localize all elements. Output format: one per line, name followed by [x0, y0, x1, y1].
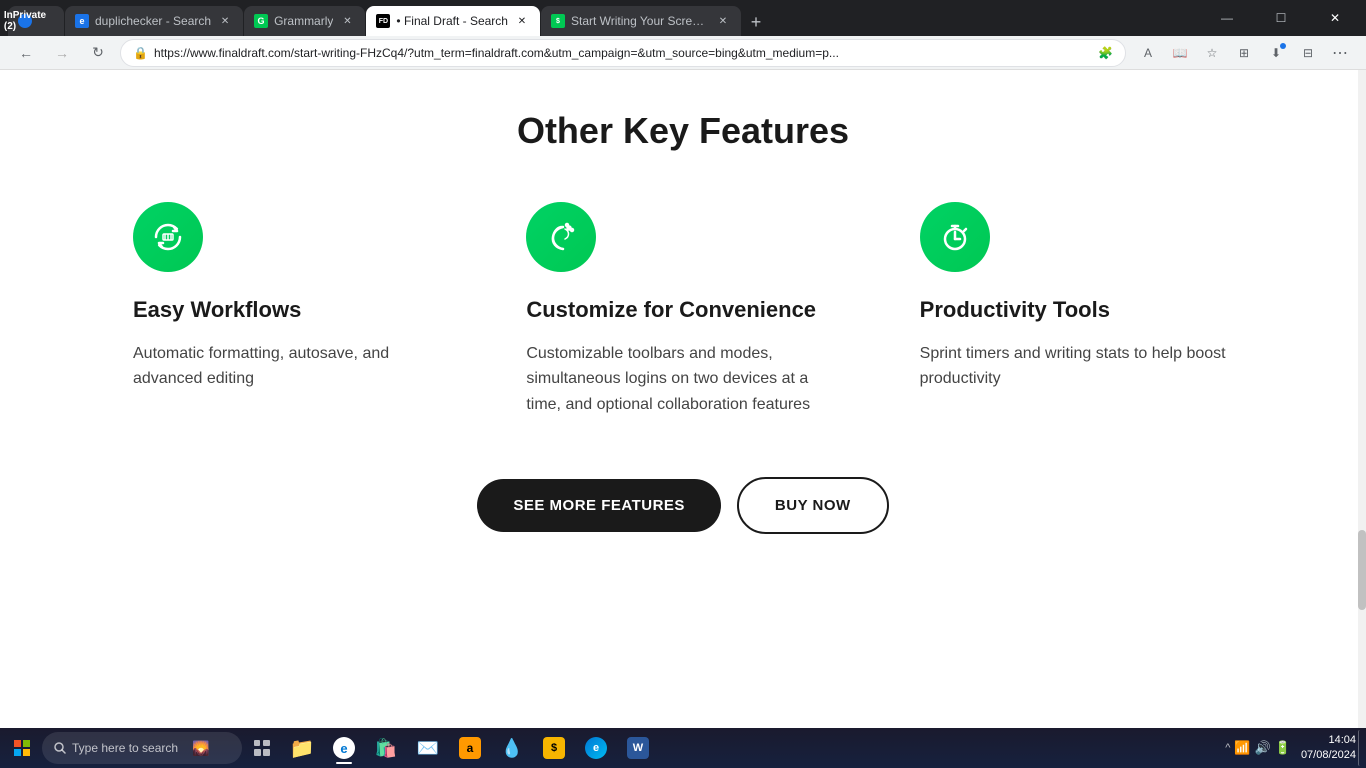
timer-icon	[937, 219, 973, 255]
close-button[interactable]: ✕	[1312, 0, 1358, 36]
buy-now-button[interactable]: BUY NOW	[737, 477, 889, 534]
tab-title-finaldraft: • Final Draft - Search	[396, 14, 508, 28]
more-icon[interactable]: ⋯	[1326, 39, 1354, 67]
toolbar-icons: A 📖 ☆ ⊞ ⬇ ⊟ ⋯	[1134, 39, 1354, 67]
tab-favicon-grammarly: G	[254, 14, 268, 28]
reading-view-icon[interactable]: 📖	[1166, 39, 1194, 67]
url-text: https://www.finaldraft.com/start-writing…	[154, 46, 1092, 60]
reload-button[interactable]: ↻	[84, 39, 112, 67]
address-bar: ← → ↻ 🔒 https://www.finaldraft.com/start…	[0, 36, 1366, 70]
taskbar-app-mail[interactable]: ✉️	[408, 730, 448, 766]
taskbar-app-sketch[interactable]: $	[534, 730, 574, 766]
downloads-icon[interactable]: ⬇	[1262, 39, 1290, 67]
start-button[interactable]	[4, 730, 40, 766]
profile-icon[interactable]: A	[1134, 39, 1162, 67]
taskbar-app-amazon[interactable]: a	[450, 730, 490, 766]
favorites-icon[interactable]: ☆	[1198, 39, 1226, 67]
taskbar-app-edge[interactable]: e	[324, 730, 364, 766]
taskbar-app-dropbox[interactable]: 💧	[492, 730, 532, 766]
tab-grammarly[interactable]: G Grammarly ✕	[244, 6, 365, 36]
tab-close-duplichecker[interactable]: ✕	[217, 13, 233, 29]
volume-icon: 🔊	[1255, 740, 1271, 756]
cta-buttons: SEE MORE FEATURES BUY NOW	[477, 477, 888, 534]
features-grid: Easy Workflows Automatic formatting, aut…	[133, 202, 1233, 417]
taskbar-app-store[interactable]: 🛍️	[366, 730, 406, 766]
customize-desc: Customizable toolbars and modes, simulta…	[526, 341, 839, 418]
moon-icon	[543, 219, 579, 255]
productivity-desc: Sprint timers and writing stats to help …	[920, 341, 1233, 392]
new-tab-button[interactable]: +	[742, 8, 770, 36]
taskbar-app-word[interactable]: W	[618, 730, 658, 766]
lock-icon: 🔒	[133, 46, 148, 60]
tab-title-duplichecker: duplichecker - Search	[95, 14, 211, 28]
search-icon	[54, 742, 66, 754]
tab-favicon-inprivate: InPrivate (2)	[18, 14, 32, 28]
taskbar-search-text: Type here to search	[72, 741, 178, 755]
page-title: Other Key Features	[517, 110, 849, 152]
tab-close-startwriting[interactable]: ✕	[715, 13, 731, 29]
taskbar: Type here to search 🌄 📁 e 🛍️ ✉️ a 💧 $ e …	[0, 728, 1366, 768]
system-tray: ^ 📶 🔊 🔋	[1217, 740, 1299, 756]
battery-icon: 🔋	[1275, 740, 1291, 756]
tab-close-inprivate[interactable]	[38, 13, 54, 29]
task-view-button[interactable]	[244, 730, 280, 766]
tab-title-startwriting: Start Writing Your Screenplay wi...	[571, 14, 709, 28]
url-field[interactable]: 🔒 https://www.finaldraft.com/start-writi…	[120, 39, 1126, 67]
task-view-icon	[254, 740, 270, 756]
clock-date: 07/08/2024	[1301, 748, 1356, 763]
easy-workflows-desc: Automatic formatting, autosave, and adva…	[133, 341, 446, 392]
tab-inprivate[interactable]: InPrivate (2)	[8, 6, 64, 36]
page-content: Other Key Features Easy Workflows Automa…	[0, 70, 1366, 728]
window-controls: — ☐ ✕	[1204, 0, 1358, 36]
easy-workflows-icon-container	[133, 202, 203, 272]
customize-title: Customize for Convenience	[526, 296, 816, 325]
tab-finaldraft[interactable]: FD • Final Draft - Search ✕	[366, 6, 540, 36]
show-desktop-button[interactable]	[1358, 730, 1362, 766]
tab-favicon-duplichecker: e	[75, 14, 89, 28]
network-icon: 📶	[1234, 740, 1250, 756]
tab-close-grammarly[interactable]: ✕	[339, 13, 355, 29]
sync-icon	[150, 219, 186, 255]
see-more-features-button[interactable]: SEE MORE FEATURES	[477, 479, 721, 532]
tab-bar: InPrivate (2) e duplichecker - Search ✕ …	[8, 0, 1192, 36]
taskbar-app-edge2[interactable]: e	[576, 730, 616, 766]
feature-card-customize: Customize for Convenience Customizable t…	[526, 202, 839, 417]
tab-title-grammarly: Grammarly	[274, 14, 333, 28]
tab-close-finaldraft[interactable]: ✕	[514, 13, 530, 29]
tab-duplichecker[interactable]: e duplichecker - Search ✕	[65, 6, 243, 36]
collections-icon[interactable]: ⊞	[1230, 39, 1258, 67]
tab-startwriting[interactable]: $ Start Writing Your Screenplay wi... ✕	[541, 6, 741, 36]
system-clock[interactable]: 14:04 07/08/2024	[1301, 733, 1356, 764]
extensions-icon: 🧩	[1098, 46, 1113, 60]
tab-favicon-startwriting: $	[551, 14, 565, 28]
feature-card-productivity: Productivity Tools Sprint timers and wri…	[920, 202, 1233, 417]
easy-workflows-title: Easy Workflows	[133, 296, 301, 325]
feature-card-easy-workflows: Easy Workflows Automatic formatting, aut…	[133, 202, 446, 417]
minimize-button[interactable]: —	[1204, 0, 1250, 36]
scrollbar	[1358, 70, 1366, 728]
taskbar-app-file-explorer[interactable]: 📁	[282, 730, 322, 766]
productivity-title: Productivity Tools	[920, 296, 1110, 325]
browser-chrome: InPrivate (2) e duplichecker - Search ✕ …	[0, 0, 1366, 36]
tab-favicon-finaldraft: FD	[376, 14, 390, 28]
back-button[interactable]: ←	[12, 39, 40, 67]
system-tray-chevron[interactable]: ^	[1225, 742, 1230, 754]
forward-button[interactable]: →	[48, 39, 76, 67]
clock-time: 14:04	[1328, 733, 1356, 748]
scrollbar-thumb[interactable]	[1358, 530, 1366, 610]
taskbar-search[interactable]: Type here to search 🌄	[42, 732, 242, 764]
customize-icon-container	[526, 202, 596, 272]
maximize-button[interactable]: ☐	[1258, 0, 1304, 36]
windows-logo-icon	[14, 740, 30, 756]
sidebar-icon[interactable]: ⊟	[1294, 39, 1322, 67]
productivity-icon-container	[920, 202, 990, 272]
